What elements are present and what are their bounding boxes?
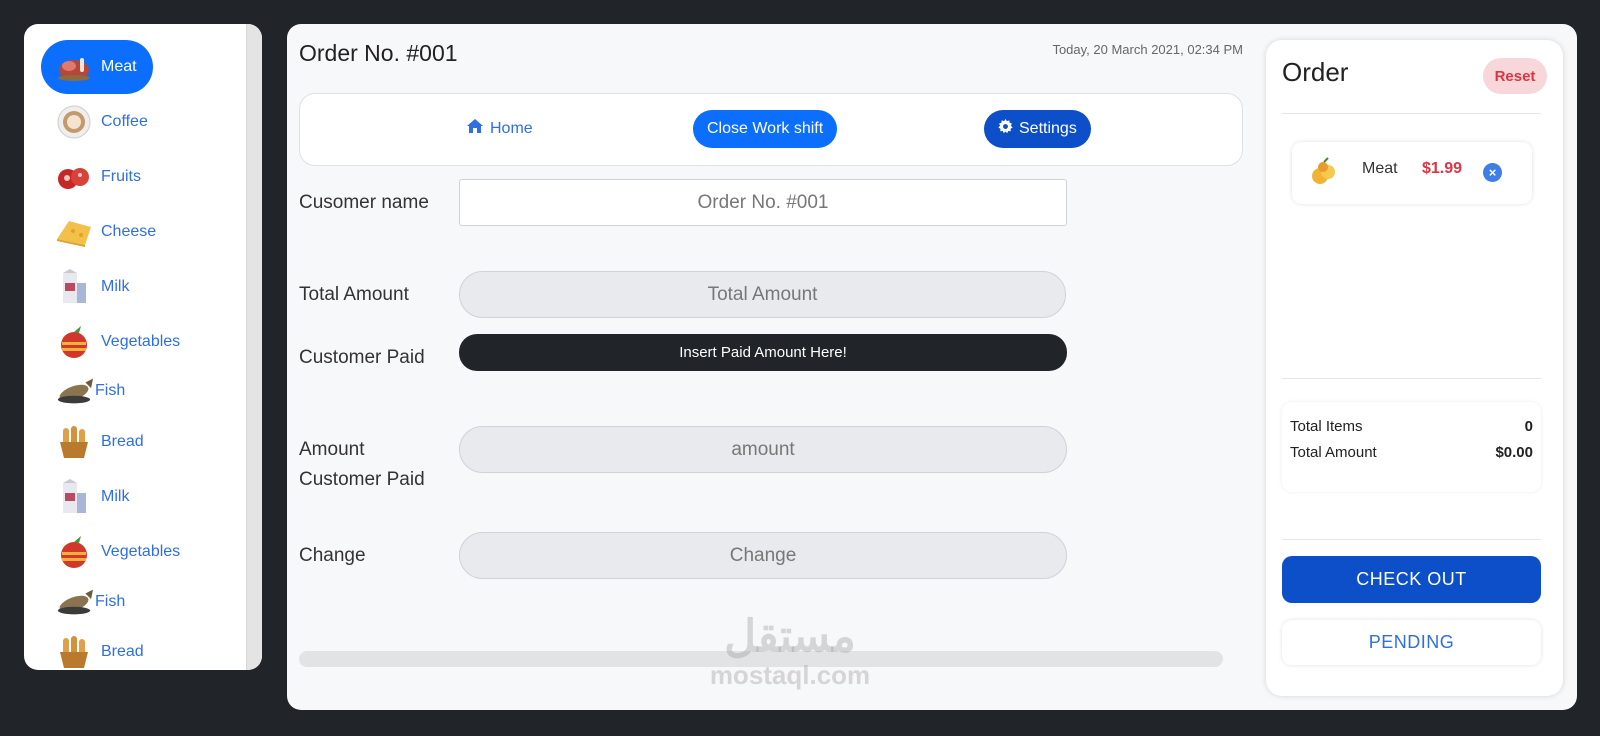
total-amount-value: $0.00 (1495, 444, 1533, 461)
customer-name-label: Cusomer name (299, 192, 429, 213)
category-label: Vegetables (101, 543, 181, 560)
watermark: مستقل mostaql.com (690, 612, 890, 688)
reset-button[interactable]: Reset (1483, 58, 1547, 94)
category-label: Bread (101, 433, 144, 450)
category-label: Fruits (101, 168, 141, 185)
category-milk[interactable]: Milk (41, 260, 145, 314)
milk-icon (55, 268, 93, 306)
sidebar-scrollbar[interactable] (246, 24, 262, 670)
cheese-icon (55, 213, 93, 251)
order-panel: Order Reset Meat $1.99 × Total Items 0 T… (1266, 40, 1563, 696)
total-items-value: 0 (1524, 418, 1533, 435)
category-coffee[interactable]: Coffee (41, 95, 164, 149)
category-bread[interactable]: Bread (41, 415, 160, 469)
category-sidebar: Meat Coffee Fruits Cheese Milk Vegetable… (24, 24, 262, 670)
amount-paid-input[interactable]: amount (459, 426, 1067, 473)
fish-icon (55, 372, 93, 410)
total-items-row: Total Items 0 (1290, 418, 1533, 435)
category-label: Fish (95, 593, 126, 610)
category-meat[interactable]: Meat (41, 40, 153, 94)
total-amount-label: Total Amount (1290, 444, 1377, 461)
category-list: Meat Coffee Fruits Cheese Milk Vegetable… (24, 24, 246, 670)
change-label: Change (299, 545, 366, 566)
category-label: Milk (101, 278, 130, 295)
watermark-arabic: مستقل (724, 612, 856, 661)
category-bread[interactable]: Bread (41, 625, 160, 670)
customer-paid-label: Customer Paid (299, 347, 425, 368)
category-label: Coffee (101, 113, 148, 130)
close-work-shift-button[interactable]: Close Work shift (693, 110, 838, 148)
total-amount-label: Total Amount (299, 284, 409, 305)
category-cheese[interactable]: Cheese (41, 205, 172, 259)
coffee-icon (55, 103, 93, 141)
category-fruits[interactable]: Fruits (41, 150, 157, 204)
gear-icon (998, 119, 1013, 139)
order-title: Order (1282, 57, 1349, 87)
vegetables-icon (55, 323, 93, 361)
nav-bar: Home Close Work shift Settings (299, 93, 1243, 166)
timestamp: Today, 20 March 2021, 02:34 PM (1052, 42, 1243, 57)
milk-icon (55, 478, 93, 516)
customer-name-input[interactable]: Order No. #001 (459, 179, 1067, 226)
fruits-icon (55, 158, 93, 196)
category-label: Milk (101, 488, 130, 505)
order-item: Meat $1.99 × (1292, 142, 1532, 204)
category-label: Meat (101, 58, 137, 75)
bread-icon (55, 423, 93, 461)
insert-paid-amount-button[interactable]: Insert Paid Amount Here! (459, 334, 1067, 371)
settings-button[interactable]: Settings (984, 110, 1091, 148)
category-label: Vegetables (101, 333, 181, 350)
total-amount-input[interactable]: Total Amount (459, 271, 1066, 318)
amount-customer-paid-label: Amount Customer Paid (299, 439, 425, 490)
total-items-label: Total Items (1290, 418, 1363, 435)
page-title: Order No. #001 (299, 40, 458, 66)
fruit-thumbnail-icon (1308, 156, 1340, 188)
pending-button[interactable]: PENDING (1282, 620, 1541, 665)
category-label: Fish (95, 382, 126, 399)
order-item-name: Meat (1362, 160, 1398, 177)
home-icon (466, 118, 484, 139)
home-label: Home (490, 119, 533, 137)
order-item-price: $1.99 (1422, 160, 1463, 177)
category-vegetables[interactable]: Vegetables (41, 525, 196, 579)
watermark-latin: mostaql.com (709, 660, 871, 690)
meat-icon (55, 48, 93, 86)
divider (1282, 539, 1541, 540)
checkout-button[interactable]: CHECK OUT (1282, 556, 1541, 603)
divider (1282, 378, 1541, 379)
category-fish[interactable]: Fish (41, 364, 141, 418)
category-label: Cheese (101, 223, 157, 240)
change-input[interactable]: Change (459, 532, 1067, 579)
category-fish[interactable]: Fish (41, 575, 141, 629)
order-totals: Total Items 0 Total Amount $0.00 (1282, 402, 1541, 492)
total-amount-row: Total Amount $0.00 (1290, 444, 1533, 461)
settings-label: Settings (1019, 120, 1077, 137)
category-vegetables[interactable]: Vegetables (41, 315, 196, 369)
category-milk[interactable]: Milk (41, 470, 145, 524)
remove-item-icon[interactable]: × (1483, 163, 1502, 182)
bread-icon (55, 633, 93, 670)
category-label: Bread (101, 643, 144, 660)
home-link[interactable]: Home (466, 118, 533, 139)
fish-icon (55, 583, 93, 621)
vegetables-icon (55, 533, 93, 571)
divider (1282, 113, 1541, 114)
